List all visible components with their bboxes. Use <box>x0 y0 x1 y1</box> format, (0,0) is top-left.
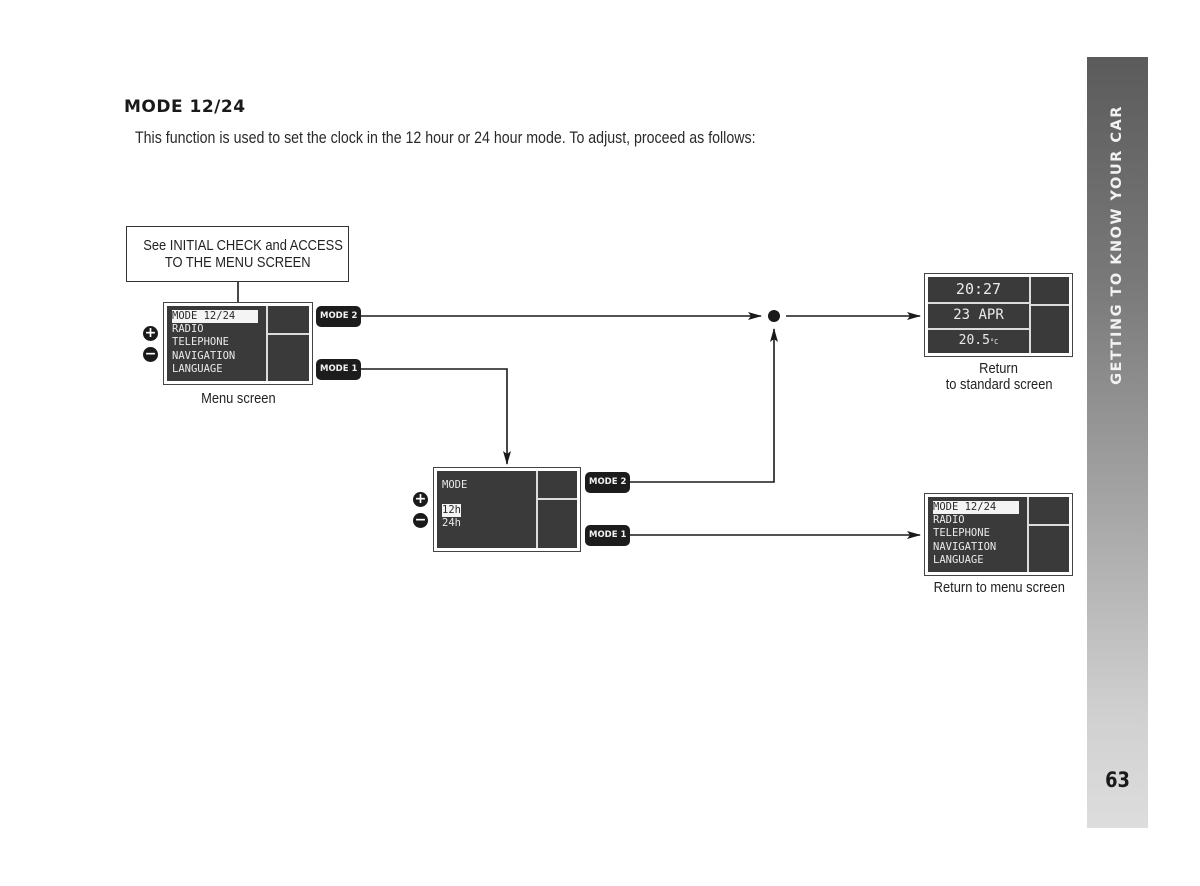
instruction-note-box: See INITIAL CHECK and ACCESS TO THE MENU… <box>126 226 349 282</box>
return-menu-caption: Return to menu screen <box>933 579 1065 596</box>
note-line-2: TO THE MENU SCREEN <box>164 254 311 271</box>
junction-dot <box>768 310 780 322</box>
date-display: 23 APR <box>953 307 1004 323</box>
option-24h[interactable]: 24h <box>442 517 467 530</box>
menu-item-mode-12-24[interactable]: MODE 12/24 <box>172 310 258 324</box>
page-number: 63 <box>1105 768 1130 792</box>
menu-item-telephone[interactable]: TELEPHONE <box>172 336 258 349</box>
return-menu-item-telephone[interactable]: TELEPHONE <box>933 527 1019 540</box>
return-menu-item-language[interactable]: LANGUAGE <box>933 554 1019 567</box>
mode-heading: MODE <box>442 479 468 491</box>
return-menu-item-radio[interactable]: RADIO <box>933 514 1019 527</box>
flow-connectors <box>237 282 921 539</box>
return-menu-screen-display: MODE 12/24 RADIO TELEPHONE NAVIGATION LA… <box>924 493 1073 576</box>
standard-screen-display: 20:27 23 APR 20.5°C <box>924 273 1073 357</box>
minus-circle-icon[interactable]: − <box>413 513 428 528</box>
menu-mode2-button[interactable]: MODE 2 <box>316 306 362 327</box>
mode-screen-mode1-button[interactable]: MODE 1 <box>585 525 631 546</box>
standard-screen-caption: Return to standard screen <box>945 360 1053 393</box>
menu-screen-caption: Menu screen <box>200 390 276 407</box>
mode-screen-mode2-button[interactable]: MODE 2 <box>585 472 631 493</box>
menu-item-navigation[interactable]: NAVIGATION <box>172 350 258 363</box>
mode-screen-mode2-arrow <box>624 328 778 483</box>
minus-circle-icon[interactable]: − <box>143 347 158 362</box>
clock-time: 20:27 <box>955 280 1002 298</box>
menu-mode1-button[interactable]: MODE 1 <box>316 359 362 380</box>
menu-item-language[interactable]: LANGUAGE <box>172 363 258 376</box>
mode-screen-display: MODE 12h 24h <box>433 467 581 552</box>
plus-circle-icon[interactable]: + <box>413 492 428 507</box>
menu-mode1-arrow <box>356 368 511 465</box>
menu-screen-display: MODE 12/24 RADIO TELEPHONE NAVIGATION LA… <box>163 302 313 385</box>
return-menu-item-navigation[interactable]: NAVIGATION <box>933 541 1019 554</box>
option-12h[interactable]: 12h <box>442 504 461 518</box>
plus-circle-icon[interactable]: + <box>143 326 158 341</box>
temperature-display: 20.5°C <box>958 333 999 348</box>
note-line-1: See INITIAL CHECK and ACCESS <box>143 237 343 254</box>
menu-item-radio[interactable]: RADIO <box>172 323 258 336</box>
chapter-title: GETTING TO KNOW YOUR CAR <box>1109 105 1125 385</box>
return-menu-item-mode-12-24[interactable]: MODE 12/24 <box>933 501 1019 515</box>
